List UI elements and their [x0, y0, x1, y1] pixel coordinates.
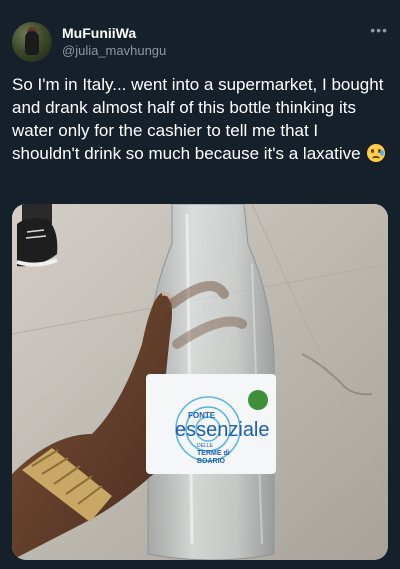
- label-sub-1: DELLE: [197, 443, 214, 449]
- eco-badge-icon: [248, 390, 268, 410]
- tweet: MuFuniiWa @julia_mavhungu ••• So I'm in …: [0, 0, 400, 569]
- label-sub-2: TERME di: [197, 450, 230, 457]
- crying-face-icon: [367, 144, 386, 162]
- avatar[interactable]: [12, 22, 52, 62]
- label-sub-3: BOARIO: [197, 458, 226, 465]
- shoe: [16, 204, 58, 267]
- tweet-photo[interactable]: FONTE essenziale DELLE TERME di BOARIO: [12, 204, 388, 560]
- user-handle[interactable]: @julia_mavhungu: [62, 42, 166, 60]
- tweet-header: MuFuniiWa @julia_mavhungu •••: [12, 20, 388, 64]
- tweet-text-body: So I'm in Italy... went into a supermark…: [12, 75, 384, 163]
- bottle-label: FONTE essenziale DELLE TERME di BOARIO: [146, 374, 276, 474]
- display-name[interactable]: MuFuniiWa: [62, 24, 166, 42]
- author-names[interactable]: MuFuniiWa @julia_mavhungu: [62, 24, 166, 60]
- ellipsis-icon[interactable]: •••: [370, 22, 388, 38]
- tweet-text: So I'm in Italy... went into a supermark…: [12, 73, 390, 165]
- label-brand: essenziale: [175, 419, 270, 441]
